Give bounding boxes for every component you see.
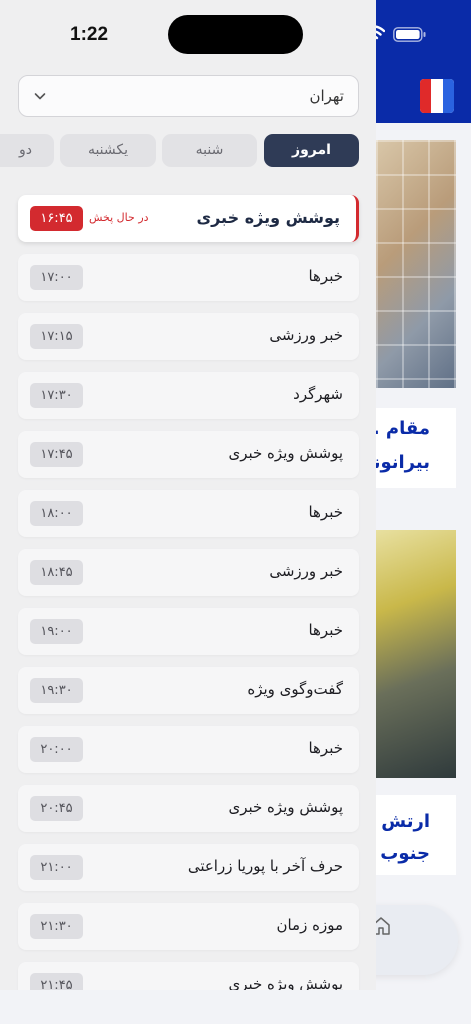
program-title: خبرها [308, 503, 343, 521]
list-item[interactable]: موزه زمان ۲۱:۳۰ [18, 903, 359, 950]
list-item-live[interactable]: پوشش ویژه خبری در حال پخش ۱۶:۴۵ [18, 195, 359, 242]
chevron-down-icon [34, 93, 46, 100]
program-title: خبرها [308, 267, 343, 285]
news-image-2[interactable] [376, 530, 456, 778]
list-item[interactable]: پوشش ویژه خبری ۲۰:۴۵ [18, 785, 359, 832]
dynamic-island [168, 15, 303, 54]
program-title: خبر ورزشی [269, 562, 343, 580]
program-title: حرف آخر با پوریا زراعتی [187, 857, 343, 875]
program-title: شهرگرد [293, 385, 343, 403]
channel-logo[interactable] [420, 79, 454, 113]
list-item[interactable]: پوشش ویژه خبری ۲۱:۴۵ [18, 962, 359, 990]
list-item[interactable]: خبرها ۱۹:۰۰ [18, 608, 359, 655]
list-item[interactable]: پوشش ویژه خبری ۱۷:۴۵ [18, 431, 359, 478]
program-time: ۲۱:۴۵ [30, 973, 83, 990]
tab-monday[interactable]: دو [0, 134, 54, 167]
list-item[interactable]: گفت‌وگوی ویژه ۱۹:۳۰ [18, 667, 359, 714]
program-time: ۱۷:۱۵ [30, 324, 83, 349]
news-headline-2[interactable]: ارتش ا... جنوب [348, 795, 456, 875]
day-tabs: امروز شنبه یکشنبه دو [0, 134, 376, 168]
list-item[interactable]: حرف آخر با پوریا زراعتی ۲۱:۰۰ [18, 844, 359, 891]
list-item[interactable]: خبرها ۲۰:۰۰ [18, 726, 359, 773]
list-item[interactable]: خبرها ۱۷:۰۰ [18, 254, 359, 301]
program-time: ۱۷:۴۵ [30, 442, 83, 467]
city-select-value: تهران [309, 87, 344, 105]
program-time: ۲۱:۰۰ [30, 855, 83, 880]
news-image-1-overlay [376, 140, 456, 388]
program-time: ۱۸:۰۰ [30, 501, 83, 526]
program-title: موزه زمان [276, 916, 343, 934]
schedule-drawer: 1:22 تهران امروز شنبه یکشنبه دو پوشش ویژ… [0, 0, 376, 990]
tab-today[interactable]: امروز [264, 134, 359, 167]
list-item[interactable]: خبر ورزشی ۱۷:۱۵ [18, 313, 359, 360]
program-title: پوشش ویژه خبری [228, 975, 343, 990]
program-time: ۱۹:۰۰ [30, 619, 83, 644]
program-time: ۱۷:۰۰ [30, 265, 83, 290]
program-time: ۱۹:۳۰ [30, 678, 83, 703]
program-title: پوشش ویژه خبری [228, 798, 343, 816]
city-select[interactable]: تهران [18, 75, 359, 117]
list-item[interactable]: خبرها ۱۸:۰۰ [18, 490, 359, 537]
program-time: ۲۱:۳۰ [30, 914, 83, 939]
headline-2-line-2: جنوب [380, 843, 430, 864]
list-item[interactable]: شهرگرد ۱۷:۳۰ [18, 372, 359, 419]
program-title: خبرها [308, 621, 343, 639]
battery-icon [393, 27, 426, 42]
program-title: خبر ورزشی [269, 326, 343, 344]
tab-sunday[interactable]: یکشنبه [60, 134, 156, 167]
program-title: گفت‌وگوی ویژه [247, 680, 343, 698]
program-title: خبرها [308, 739, 343, 757]
news-headline-1[interactable]: مقام ... بیرانوند [359, 408, 456, 488]
program-title: پوشش ویژه خبری [228, 444, 343, 462]
live-badge: در حال پخش [89, 211, 149, 224]
list-item[interactable]: خبر ورزشی ۱۸:۴۵ [18, 549, 359, 596]
status-time: 1:22 [70, 24, 109, 45]
program-time: ۲۰:۴۵ [30, 796, 83, 821]
program-time: ۱۸:۴۵ [30, 560, 83, 585]
program-time: ۱۷:۳۰ [30, 383, 83, 408]
program-time: ۲۰:۰۰ [30, 737, 83, 762]
program-title: پوشش ویژه خبری [196, 208, 340, 227]
program-time: ۱۶:۴۵ [30, 206, 83, 231]
tab-saturday[interactable]: شنبه [162, 134, 257, 167]
